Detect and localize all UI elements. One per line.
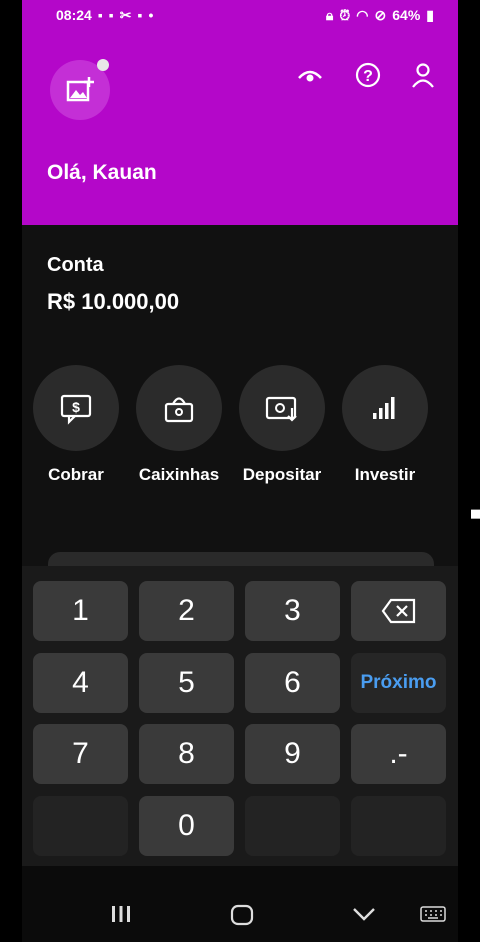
punctuation-key[interactable]: .- <box>351 724 446 784</box>
key-7[interactable]: 7 <box>33 724 128 784</box>
key-0[interactable]: 0 <box>139 796 234 856</box>
key-9[interactable]: 9 <box>245 724 340 784</box>
facebook-icon: ▪ <box>137 7 143 23</box>
add-photo-icon <box>66 77 94 102</box>
key-6[interactable]: 6 <box>245 653 340 713</box>
deposit-label: Depositar <box>242 465 322 484</box>
battery-icon: ▮ <box>426 6 434 23</box>
key-4[interactable]: 4 <box>33 653 128 713</box>
do-not-disturb-icon: ⊘ <box>374 6 387 23</box>
facebook-icon: ▪ <box>108 7 114 23</box>
recents-icon[interactable] <box>110 904 132 924</box>
backspace-icon <box>381 598 415 624</box>
home-icon[interactable] <box>230 904 254 926</box>
battery-percent: 64% <box>392 7 421 23</box>
keyboard-icon[interactable] <box>420 906 446 922</box>
wifi-icon: ◠ <box>356 6 369 23</box>
boxes-label: Caixinhas <box>138 465 220 484</box>
greeting-text: Olá, Kauan <box>47 161 157 184</box>
charge-icon: $ <box>60 394 92 425</box>
account-label: Conta <box>47 254 104 276</box>
back-icon[interactable] <box>352 906 376 922</box>
boxes-button[interactable] <box>136 365 222 451</box>
key-3[interactable]: 3 <box>245 581 340 641</box>
deposit-icon <box>265 396 297 422</box>
backspace-key[interactable] <box>351 581 446 641</box>
facebook-icon: ▪ <box>97 7 103 23</box>
help-button[interactable]: ? <box>353 60 383 90</box>
key-5[interactable]: 5 <box>139 653 234 713</box>
navigation-bar <box>22 866 458 942</box>
key-2[interactable]: 2 <box>139 581 234 641</box>
empty-key-far-right <box>351 796 446 856</box>
status-bar: 08:24 ▪ ▪ ✂ ▪ • 🔒︎ ⏰︎ ◠ ⊘ 64% ▮ <box>22 0 458 30</box>
scissors-icon: ✂ <box>119 6 132 23</box>
key-1[interactable]: 1 <box>33 581 128 641</box>
alarm-icon: ⏰︎ <box>339 6 351 23</box>
status-time: 08:24 <box>56 7 92 23</box>
lock-icon: 🔒︎ <box>325 6 334 23</box>
dot-icon: • <box>148 7 154 23</box>
svg-text:?: ? <box>363 68 373 85</box>
charge-label: Cobrar <box>48 465 104 484</box>
svg-text:$: $ <box>72 399 80 415</box>
eye-icon <box>298 70 322 82</box>
charge-button[interactable]: $ <box>33 365 119 451</box>
overlay-caption: chama no pv <box>390 60 480 560</box>
empty-key-right <box>245 796 340 856</box>
notification-dot <box>97 59 109 71</box>
account-balance[interactable]: R$ 10.000,00 <box>47 289 179 315</box>
eye-button[interactable] <box>295 60 325 90</box>
next-key[interactable]: Próximo <box>351 653 446 713</box>
help-icon: ? <box>355 62 381 88</box>
piggy-bank-icon <box>164 397 194 423</box>
deposit-button[interactable] <box>239 365 325 451</box>
bottom-sheet-edge <box>48 552 434 566</box>
key-8[interactable]: 8 <box>139 724 234 784</box>
empty-key-left <box>33 796 128 856</box>
overlay-text: chama no pv <box>459 156 480 560</box>
